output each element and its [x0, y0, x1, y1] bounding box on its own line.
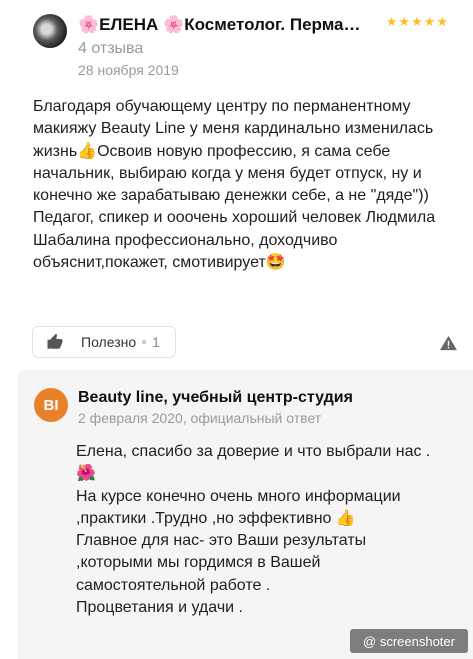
useful-count: 1 [152, 334, 160, 350]
author-avatar[interactable] [33, 14, 67, 48]
org-name[interactable]: Beauty line, учебный центр-студия [78, 389, 353, 407]
reply-line: На курсе конечно очень много информации … [76, 487, 401, 527]
official-reply: BI Beauty line, учебный центр-студия 2 ф… [18, 370, 473, 659]
reply-line: Елена, спасибо за доверие и что выбрали … [76, 443, 431, 483]
screenshoter-watermark: @ screenshoter [350, 629, 468, 653]
separator-dot: ● [141, 336, 148, 348]
reply-line: Главное для нас- это Ваши результаты ,ко… [76, 532, 367, 594]
review-text: Благодаря обучающему центру по перманент… [33, 98, 436, 272]
reply-meta: 2 февраля 2020, официальный ответ [78, 410, 322, 426]
useful-button[interactable]: Полезно ● 1 [32, 326, 176, 358]
review-date: 28 ноября 2019 [78, 62, 179, 78]
thumbs-up-icon [47, 333, 63, 349]
useful-label: Полезно [81, 334, 137, 350]
report-warning-icon[interactable] [440, 335, 457, 351]
org-logo[interactable]: BI [34, 388, 68, 422]
reply-line: Процветания и удачи . [76, 599, 243, 617]
author-reviews-count[interactable]: 4 отзыва [78, 40, 143, 58]
rating-stars: ★★★★★ [385, 14, 449, 29]
author-name[interactable]: 🌸ЕЛЕНА 🌸Косметолог. Перманентный макияж [78, 15, 368, 35]
reply-text: Елена, спасибо за доверие и что выбрали … [76, 441, 436, 619]
